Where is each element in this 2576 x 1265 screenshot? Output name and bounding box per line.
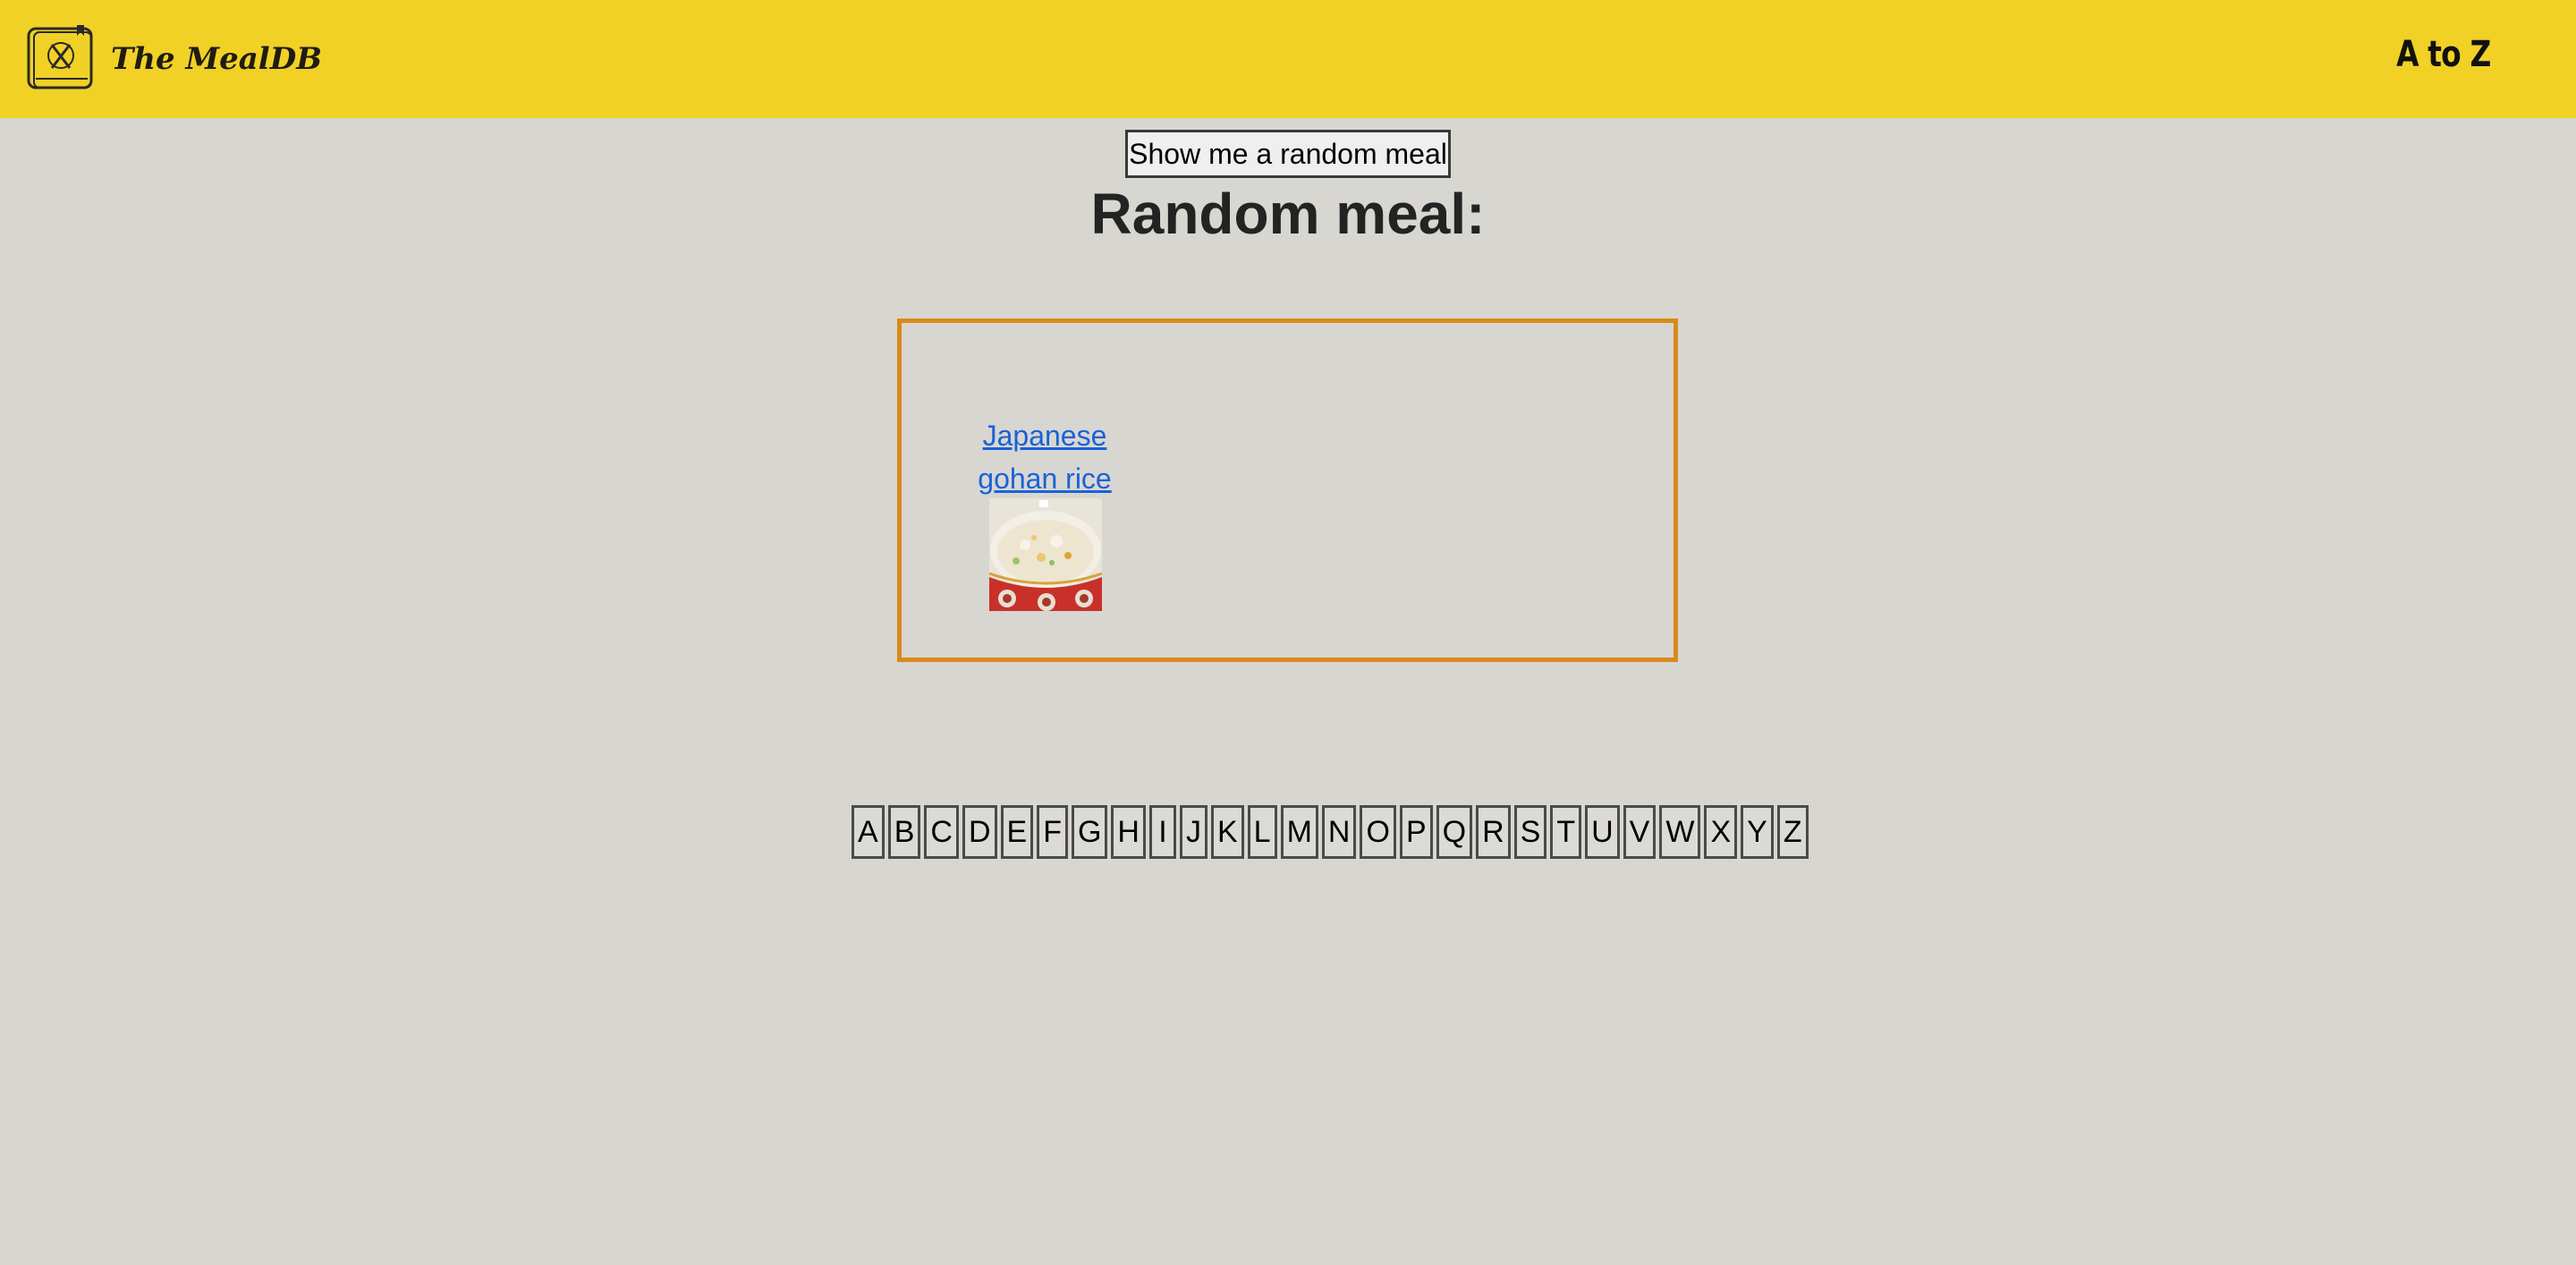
letter-button-h[interactable]: H <box>1111 805 1146 859</box>
letter-button-v[interactable]: V <box>1623 805 1657 859</box>
letter-button-z[interactable]: Z <box>1776 805 1809 859</box>
letter-button-l[interactable]: L <box>1247 805 1277 859</box>
letter-button-p[interactable]: P <box>1399 805 1433 859</box>
letter-button-x[interactable]: X <box>1704 805 1738 859</box>
letter-button-d[interactable]: D <box>962 805 997 859</box>
brand-name[interactable]: The MealDB <box>111 41 322 77</box>
letter-button-q[interactable]: Q <box>1436 805 1473 859</box>
letter-button-t[interactable]: T <box>1550 805 1582 859</box>
letter-button-m[interactable]: M <box>1280 805 1318 859</box>
letter-button-y[interactable]: Y <box>1741 805 1774 859</box>
letter-button-u[interactable]: U <box>1585 805 1620 859</box>
letter-button-g[interactable]: G <box>1071 805 1108 859</box>
meal-thumbnail[interactable] <box>989 498 1102 611</box>
letter-button-w[interactable]: W <box>1659 805 1701 859</box>
page-title: Random meal: <box>1090 182 1486 246</box>
meal-card: Japanese gohan rice <box>897 318 1678 662</box>
letter-button-k[interactable]: K <box>1210 805 1244 859</box>
letter-button-s[interactable]: S <box>1513 805 1547 859</box>
mealdb-logo-icon[interactable] <box>25 23 98 93</box>
nav-link-a-to-z[interactable]: A to Z <box>2396 34 2491 75</box>
letter-button-i[interactable]: I <box>1148 805 1176 859</box>
alphabet-filter: ABCDEFGHIJKLMNOPQRSTUVWXYZ <box>852 805 1812 859</box>
letter-button-e[interactable]: E <box>1000 805 1034 859</box>
letter-button-b[interactable]: B <box>887 805 921 859</box>
meal-link[interactable]: Japanese gohan rice <box>973 414 1116 500</box>
letter-button-f[interactable]: F <box>1037 805 1068 859</box>
letter-button-j[interactable]: J <box>1179 805 1208 859</box>
letter-button-o[interactable]: O <box>1360 805 1396 859</box>
site-header: The MealDB A to Z <box>0 0 2576 118</box>
meal-photo <box>989 498 1102 611</box>
random-meal-button[interactable]: Show me a random meal <box>1125 130 1451 178</box>
letter-button-a[interactable]: A <box>852 805 885 859</box>
letter-button-r[interactable]: R <box>1476 805 1511 859</box>
letter-button-c[interactable]: C <box>924 805 959 859</box>
letter-button-n[interactable]: N <box>1321 805 1357 859</box>
